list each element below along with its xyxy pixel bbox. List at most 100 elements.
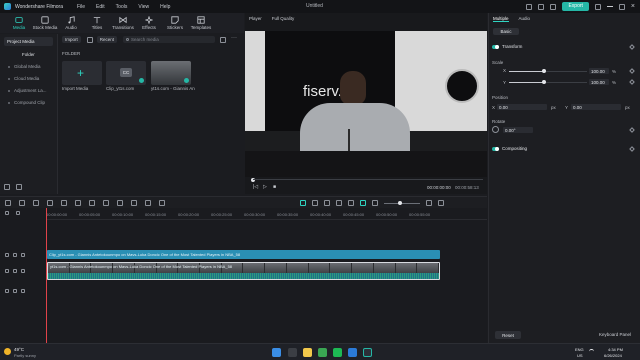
tab-audio[interactable]: Audio	[60, 13, 82, 33]
select-icon[interactable]	[19, 200, 25, 206]
zoom-knob[interactable]	[398, 200, 402, 205]
keyboard-panel-button[interactable]: Keyboard Panel	[599, 332, 631, 337]
keyframe-icon[interactable]	[629, 68, 635, 74]
filter-icon[interactable]	[86, 36, 93, 43]
compositing-toggle[interactable]	[492, 146, 499, 151]
lock-icon[interactable]	[13, 289, 17, 293]
tab-transitions[interactable]: Transitions	[112, 13, 134, 33]
export-button[interactable]: Export	[562, 2, 589, 11]
eye-icon[interactable]	[21, 269, 25, 273]
tab-media[interactable]: Media	[8, 13, 30, 33]
menu-file[interactable]: File	[77, 4, 85, 10]
search-taskbar-icon[interactable]	[288, 348, 297, 357]
video-preview[interactable]: fiserv.fo	[245, 31, 487, 177]
sidebar-item-global-media[interactable]: Global Media	[8, 64, 57, 69]
scale-x-knob[interactable]	[542, 69, 547, 73]
position-y-input[interactable]: 0.00	[571, 104, 621, 110]
tab-titles[interactable]: Titles	[86, 13, 108, 33]
transform-toggle[interactable]	[492, 44, 499, 49]
position-x-input[interactable]: 0.00	[497, 104, 547, 110]
compositing-section[interactable]: Compositing	[492, 146, 527, 151]
speed-icon[interactable]	[117, 200, 123, 206]
step-back-icon[interactable]: |◁	[253, 184, 258, 190]
progress-track[interactable]	[253, 179, 483, 180]
media-card-clip[interactable]: CC	[106, 61, 146, 85]
import-media-card[interactable]: +	[62, 61, 102, 85]
tab-audio[interactable]: Audio	[519, 16, 531, 22]
audio-adjust-icon[interactable]	[145, 200, 151, 206]
color-icon[interactable]	[131, 200, 137, 206]
basic-tab[interactable]: Basic	[493, 28, 519, 35]
menu-help[interactable]: Help	[160, 4, 170, 10]
sidebar-item-adjustment-layer[interactable]: Adjustment La...	[8, 88, 57, 93]
search-input[interactable]: Search media	[123, 36, 215, 43]
stop-icon[interactable]: ■	[273, 184, 276, 190]
sidebar-project-media[interactable]: Project Media	[4, 37, 53, 46]
lang[interactable]: ENG	[575, 347, 584, 352]
redo-icon[interactable]	[47, 200, 53, 206]
speaker-icon[interactable]	[21, 289, 25, 293]
delete-icon[interactable]	[61, 200, 67, 206]
layout-icon[interactable]	[5, 200, 11, 206]
lock-icon[interactable]	[13, 253, 17, 257]
scale-x-slider[interactable]	[509, 69, 587, 73]
file-explorer-icon[interactable]	[303, 348, 312, 357]
sidebar-item-compound-clip[interactable]: Compound Clip	[8, 100, 57, 105]
clock-time[interactable]: 4:34 PM	[608, 347, 623, 352]
render-icon[interactable]	[300, 200, 306, 206]
rotate-input[interactable]: 0.00°	[503, 127, 533, 133]
wifi-icon[interactable]	[589, 349, 594, 354]
keyframe-icon[interactable]	[629, 146, 635, 152]
stabilize-icon[interactable]	[159, 200, 165, 206]
zoom-out-icon[interactable]	[372, 200, 378, 206]
grid-icon[interactable]	[438, 200, 444, 206]
video-clip[interactable]: yt1s.com - Giannis Antetokounmpo on Mavs…	[47, 262, 440, 280]
zoom-in-icon[interactable]	[426, 200, 432, 206]
title-clip[interactable]: Clip_yt1s.com - Giannis Antetokounmpo on…	[47, 250, 440, 259]
eye-icon[interactable]	[21, 253, 25, 257]
rotate-dial-icon[interactable]	[492, 126, 499, 133]
transform-section[interactable]: Transform	[492, 44, 522, 49]
menu-view[interactable]: View	[138, 4, 149, 10]
play-icon[interactable]: ▷	[263, 184, 267, 190]
region[interactable]: US	[577, 353, 583, 358]
filmora-taskbar-icon[interactable]	[363, 348, 372, 357]
keyframe-icon[interactable]	[629, 44, 635, 50]
app-icon[interactable]	[348, 348, 357, 357]
player-tab[interactable]: Player	[249, 16, 262, 21]
new-folder-icon[interactable]	[4, 184, 10, 190]
gift-icon[interactable]	[550, 3, 557, 10]
spotify-icon[interactable]	[333, 348, 342, 357]
quality-dropdown[interactable]: Full Quality	[272, 16, 295, 21]
link-icon[interactable]	[16, 211, 20, 215]
keyframe-icon[interactable]	[629, 127, 635, 133]
marker-icon[interactable]	[312, 200, 318, 206]
recent-dropdown[interactable]: Recent	[96, 36, 118, 43]
clock-date[interactable]: 6/26/2024	[604, 353, 622, 358]
close-icon[interactable]: ×	[631, 3, 635, 10]
tab-templates[interactable]: Templates	[190, 13, 212, 33]
undo-icon[interactable]	[33, 200, 39, 206]
voiceover-icon[interactable]	[336, 200, 342, 206]
media-card-video[interactable]	[151, 61, 191, 85]
tab-multiple[interactable]: Multiple	[493, 16, 509, 22]
tab-stock-media[interactable]: Stock Media	[33, 13, 57, 33]
time-ruler[interactable]: 00:00:00:00 00:00:05:00 00:00:10:00 00:00:1…	[46, 208, 487, 220]
more-icon[interactable]: ···	[231, 35, 237, 41]
text-icon[interactable]	[103, 200, 109, 206]
menu-edit[interactable]: Edit	[96, 4, 105, 10]
menu-tools[interactable]: Tools	[116, 4, 128, 10]
monitor-icon[interactable]	[526, 3, 533, 10]
sidebar-folder[interactable]: Folder	[22, 52, 57, 57]
add-track-icon[interactable]	[5, 211, 9, 215]
start-icon[interactable]	[272, 348, 281, 357]
tab-effects[interactable]: Effects	[138, 13, 160, 33]
weather-icon[interactable]	[4, 348, 11, 355]
minimize-icon[interactable]	[606, 6, 613, 7]
record-icon[interactable]	[324, 200, 330, 206]
reset-button[interactable]: Reset	[495, 331, 521, 339]
scale-x-input[interactable]: 100.00	[589, 68, 609, 74]
chrome-icon[interactable]	[318, 348, 327, 357]
sidebar-item-cloud-media[interactable]: Cloud Media	[8, 76, 57, 81]
lock-icon[interactable]	[13, 269, 17, 273]
